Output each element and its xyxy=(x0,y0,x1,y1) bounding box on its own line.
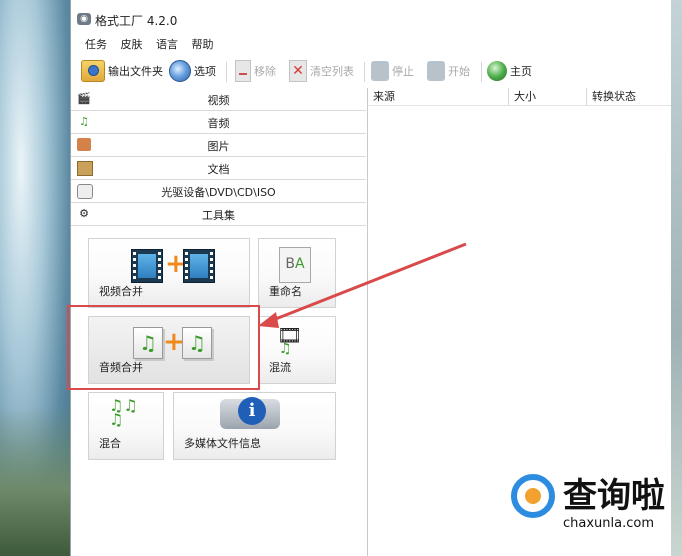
output-folder-icon xyxy=(81,60,105,82)
toolbar-divider xyxy=(364,62,365,82)
desktop-background-left xyxy=(0,0,70,556)
menu-skin[interactable]: 皮肤 xyxy=(121,36,143,52)
column-header-size[interactable]: 大小 xyxy=(509,88,587,106)
function-panel: 🎬 视频 ♫ 音频 图片 文档 光驱设备\DVD\CD\ISO ⚙ 工具集 + … xyxy=(71,88,368,556)
category-toolbox[interactable]: ⚙ 工具集 xyxy=(71,203,366,226)
watermark-url: chaxunla.com xyxy=(563,516,654,531)
output-folder-button[interactable]: 输出文件夹 xyxy=(81,59,163,83)
start-button[interactable]: 开始 xyxy=(427,59,470,83)
remove-button[interactable]: 移除 xyxy=(235,59,276,83)
watermark-title: 查询啦 xyxy=(563,476,665,516)
watermark-logo-icon xyxy=(511,474,555,518)
title-bar: ◉ 格式工厂 4.2.0 xyxy=(71,0,671,34)
stop-icon xyxy=(371,61,389,81)
app-logo-icon: ◉ xyxy=(77,13,91,25)
tool-media-info[interactable]: i 多媒体文件信息 xyxy=(173,392,336,460)
info-icon: i xyxy=(238,397,266,425)
start-icon xyxy=(427,61,445,81)
toolbar-divider xyxy=(481,62,482,82)
audio-mix-icon: ♫♫ ♫ xyxy=(109,396,138,429)
home-button[interactable]: 主页 xyxy=(487,59,532,83)
film-icon xyxy=(131,249,163,283)
category-audio[interactable]: ♫ 音频 xyxy=(71,111,366,134)
tool-audio-merge[interactable]: ♫ + ♫ 音频合并 xyxy=(88,316,250,384)
options-icon xyxy=(169,60,191,82)
home-globe-icon xyxy=(487,61,507,81)
toolbar: 输出文件夹 选项 移除 ✕ 清空列表 停止 开始 主页 xyxy=(71,56,671,86)
menu-help[interactable]: 帮助 xyxy=(192,36,214,52)
category-document[interactable]: 文档 xyxy=(71,157,366,180)
toolbar-divider xyxy=(226,62,227,82)
clear-list-button[interactable]: ✕ 清空列表 xyxy=(289,59,354,83)
menu-language[interactable]: 语言 xyxy=(156,36,178,52)
tool-rename[interactable]: BA 重命名 xyxy=(258,238,336,308)
menu-bar: 任务 皮肤 语言 帮助 xyxy=(85,36,224,52)
watermark: 查询啦 chaxunla.com xyxy=(505,460,675,540)
tool-mix[interactable]: ♫♫ ♫ 混合 xyxy=(88,392,164,460)
options-button[interactable]: 选项 xyxy=(169,59,216,83)
column-header-source[interactable]: 来源 xyxy=(368,88,509,106)
audio-file-icon: ♫ xyxy=(279,341,292,357)
remove-icon xyxy=(235,60,251,82)
window-title: 格式工厂 4.2.0 xyxy=(95,14,178,28)
rename-icon: BA xyxy=(279,247,311,283)
stop-button[interactable]: 停止 xyxy=(371,59,414,83)
category-image[interactable]: 图片 xyxy=(71,134,366,157)
audio-file-icon: ♫ xyxy=(182,327,212,359)
clear-list-icon: ✕ xyxy=(289,60,307,82)
audio-file-icon: ♫ xyxy=(133,327,163,359)
film-icon xyxy=(183,249,215,283)
tool-mux[interactable]: 🎞 ♫ 混流 xyxy=(258,316,336,384)
menu-task[interactable]: 任务 xyxy=(85,36,107,52)
category-disc[interactable]: 光驱设备\DVD\CD\ISO xyxy=(71,180,366,203)
column-header-status[interactable]: 转换状态 xyxy=(587,88,671,106)
tool-video-merge[interactable]: + 视频合并 xyxy=(88,238,250,308)
category-video[interactable]: 🎬 视频 xyxy=(71,88,366,111)
